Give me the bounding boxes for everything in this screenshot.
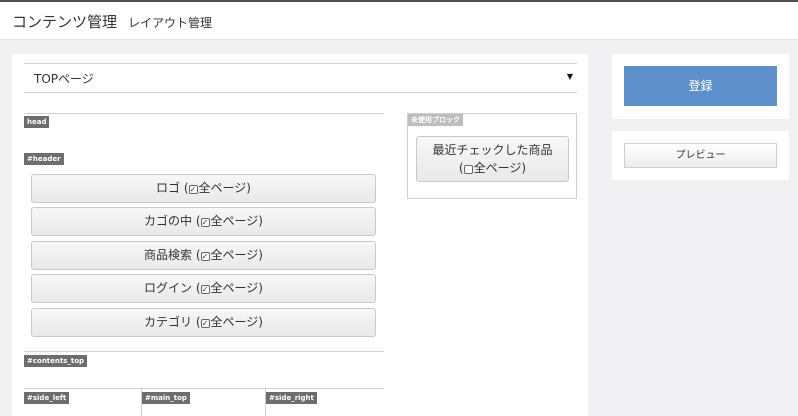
page-select-value: TOPページ bbox=[34, 72, 94, 86]
layout-area: head #header ロゴ (✓ 全ページ) カゴの中 (✓ 全ページ) 商品検… bbox=[24, 113, 384, 416]
checkbox-icon[interactable]: ✓ bbox=[200, 285, 210, 294]
section-tag-head: head bbox=[24, 116, 50, 128]
layout-editor: TOPページ ▼ head #header ロゴ (✓ 全ページ) カゴの中 (✓… bbox=[12, 54, 588, 416]
checkbox-icon[interactable]: ✓ bbox=[463, 165, 473, 174]
block-category[interactable]: カテゴリ (✓ 全ページ) bbox=[31, 308, 376, 337]
register-button[interactable]: 登録 bbox=[624, 66, 777, 106]
page-header: コンテンツ管理 レイアウト管理 bbox=[0, 2, 798, 40]
action-panel: 登録 bbox=[612, 54, 789, 119]
block-label: カゴの中 bbox=[144, 214, 193, 228]
page-subtitle: レイアウト管理 bbox=[128, 16, 213, 30]
checkbox-icon[interactable]: ✓ bbox=[188, 185, 198, 194]
block-label: 最近チェックした商品 bbox=[432, 143, 553, 157]
section-tag-side-right: #side_right bbox=[266, 392, 317, 404]
block-scope: 全ページ) bbox=[198, 181, 251, 195]
block-scope: 全ページ) bbox=[210, 281, 263, 295]
block-scope: 全ページ) bbox=[210, 315, 263, 329]
section-tag-side-left: #side_left bbox=[24, 392, 70, 404]
caret-down-icon: ▼ bbox=[566, 72, 573, 81]
block-recently-viewed[interactable]: 最近チェックした商品 (✓全ページ) bbox=[416, 136, 569, 182]
block-login[interactable]: ログイン (✓ 全ページ) bbox=[31, 274, 376, 303]
section-tag-contents-top: #contents_top bbox=[24, 355, 88, 367]
block-label: カテゴリ bbox=[144, 315, 193, 329]
page-title: コンテンツ管理 bbox=[12, 13, 118, 31]
page-select[interactable]: TOPページ ▼ bbox=[24, 63, 577, 93]
block-cart[interactable]: カゴの中 (✓ 全ページ) bbox=[31, 207, 376, 236]
block-scope: 全ページ) bbox=[210, 248, 263, 262]
block-scope: 全ページ) bbox=[473, 161, 527, 175]
block-scope: 全ページ) bbox=[210, 214, 263, 228]
column-sections: #side_left #main_top #side_right bbox=[24, 388, 384, 416]
checkbox-icon[interactable]: ✓ bbox=[200, 319, 210, 328]
section-tag-main-top: #main_top bbox=[142, 392, 190, 404]
section-tag-unused: 未使用ブロック bbox=[408, 114, 463, 126]
checkbox-icon[interactable]: ✓ bbox=[200, 218, 210, 227]
block-label: ロゴ bbox=[156, 181, 181, 195]
block-product-search[interactable]: 商品検索 (✓ 全ページ) bbox=[31, 241, 376, 270]
section-tag-header: #header bbox=[24, 153, 64, 165]
unused-blocks-panel: 未使用ブロック 最近チェックした商品 (✓全ページ) bbox=[407, 113, 577, 199]
checkbox-icon[interactable]: ✓ bbox=[200, 252, 210, 261]
preview-button[interactable]: プレビュー bbox=[624, 143, 777, 168]
block-label: ログイン bbox=[144, 281, 193, 295]
block-label: 商品検索 bbox=[144, 248, 193, 262]
preview-panel: プレビュー bbox=[612, 131, 789, 180]
column-main-top: #main_top bbox=[141, 389, 265, 416]
section-divider bbox=[24, 113, 384, 114]
column-side-right: #side_right bbox=[265, 389, 384, 416]
block-logo[interactable]: ロゴ (✓ 全ページ) bbox=[31, 174, 376, 203]
section-divider bbox=[24, 351, 384, 352]
